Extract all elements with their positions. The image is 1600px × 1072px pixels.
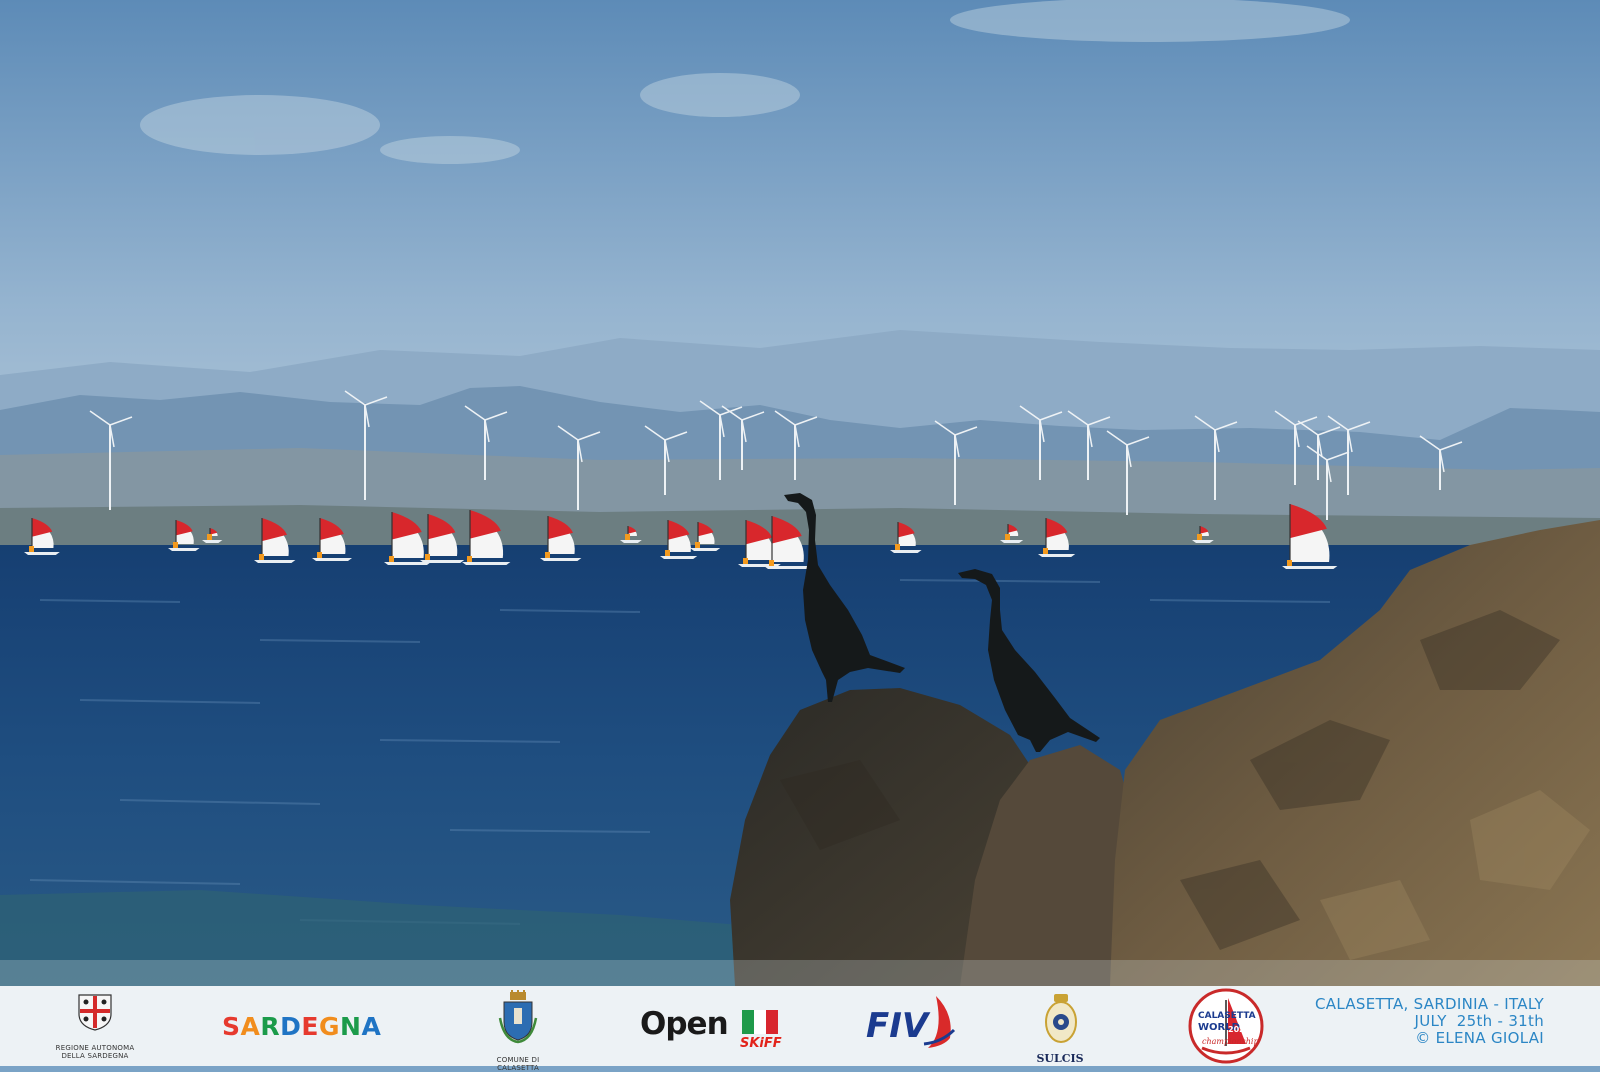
sardegna-letter: R: [260, 1012, 281, 1041]
badge-bottom-text: championship: [1202, 1037, 1259, 1046]
regione-caption-line2: DELLA SARDEGNA: [61, 1052, 129, 1060]
world-championship-logo: CALASETTA WORLD 2026 championship: [1186, 986, 1266, 1066]
sardegna-letter: A: [361, 1012, 382, 1041]
photo-credit: © ELENA GIOLAI: [1415, 1029, 1544, 1047]
open-skiff-logo: Open SKiFF: [640, 986, 790, 1066]
fiv-logo: FIV: [866, 986, 966, 1066]
world-championship-badge-icon: CALASETTA WORLD 2026 championship: [1188, 988, 1264, 1064]
sail-swoosh-icon: [923, 996, 956, 1048]
photo-scene: [0, 0, 1600, 990]
sardegna-letter: N: [340, 1012, 362, 1041]
sardegna-letter: A: [240, 1012, 261, 1041]
badge-year-text: 2026: [1228, 1025, 1251, 1034]
sardinia-flag-crest-icon: [78, 994, 112, 1031]
sardegna-letter: G: [318, 1012, 341, 1041]
open-wordmark: Open: [640, 1006, 729, 1042]
sardegna-logo: SARDEGNA: [222, 986, 407, 1066]
comune-calasetta-logo: COMUNE DI CALASETTA: [478, 986, 558, 1072]
sardegna-letter: D: [280, 1012, 302, 1041]
sardegna-wordmark: SARDEGNA: [222, 1012, 381, 1041]
sponsor-bar: REGIONE AUTONOMA DELLA SARDEGNA SARDEGNA…: [0, 986, 1600, 1072]
badge-top-text: CALASETTA: [1198, 1011, 1256, 1021]
event-dates: JULY 25th - 31th: [1414, 1012, 1544, 1030]
calasetta-coat-of-arms-icon: [498, 990, 538, 1044]
regione-caption-line1: REGIONE AUTONOMA: [55, 1044, 135, 1052]
event-info: CALASETTA, SARDINIA - ITALY JULY 25th - …: [1315, 996, 1544, 1047]
regione-sardegna-logo: REGIONE AUTONOMA DELLA SARDEGNA: [40, 986, 150, 1066]
italian-flag-icon: [742, 1010, 778, 1034]
sardegna-letter: S: [222, 1012, 241, 1041]
comune-caption: COMUNE DI CALASETTA: [496, 1056, 540, 1072]
event-location: CALASETTA, SARDINIA - ITALY: [1314, 995, 1544, 1013]
sulcis-logo: SULCIS: [1030, 986, 1090, 1066]
sardegna-letter: E: [301, 1012, 319, 1041]
sulcis-crest-icon: [1045, 994, 1077, 1043]
skiff-wordmark: SKiFF: [740, 1036, 782, 1051]
sulcis-wordmark: SULCIS: [1036, 1052, 1084, 1065]
